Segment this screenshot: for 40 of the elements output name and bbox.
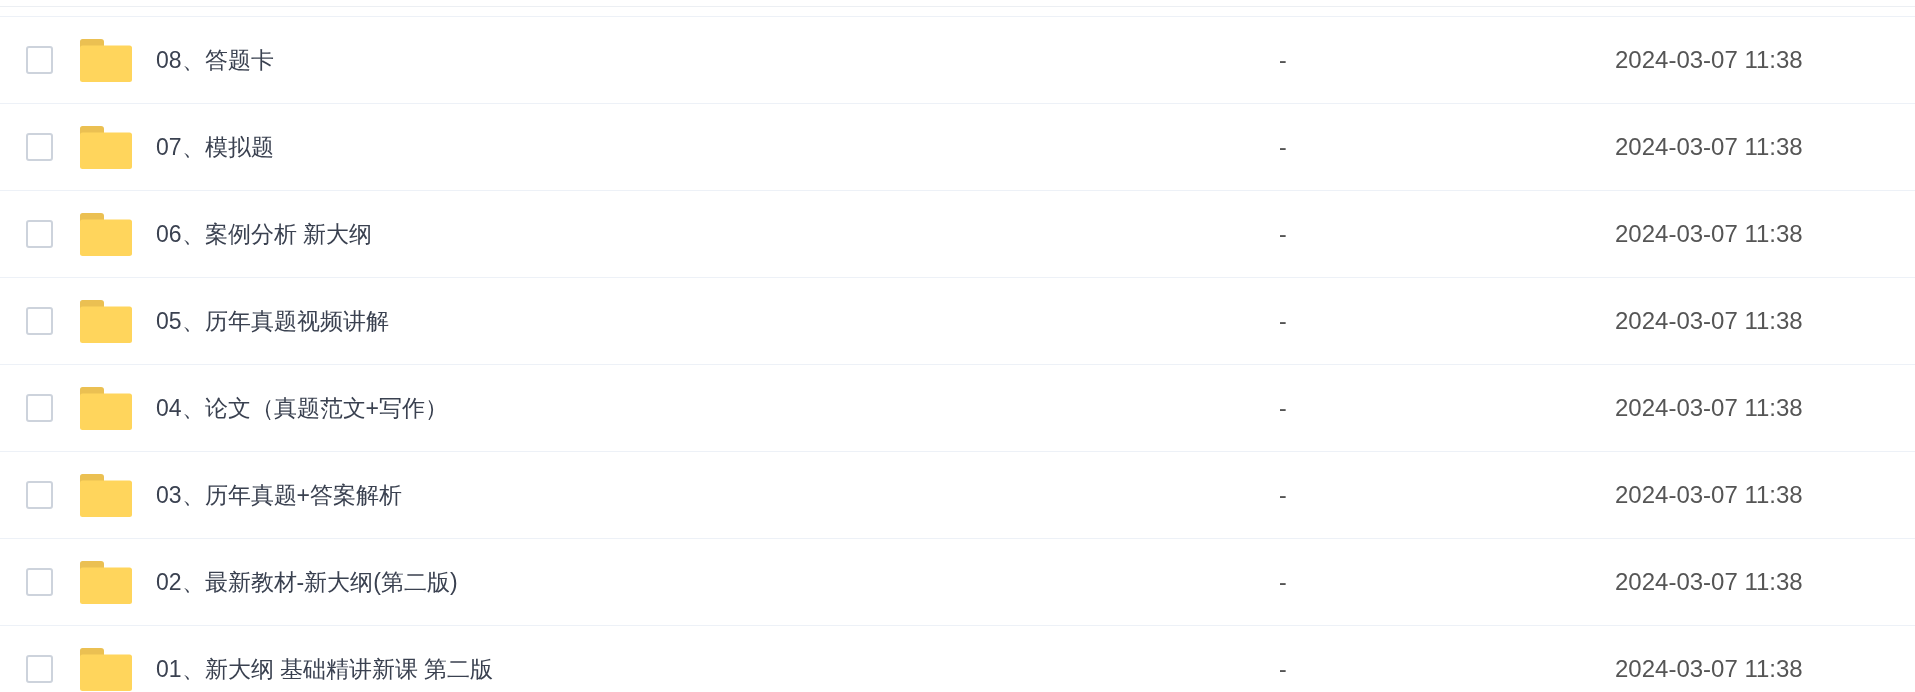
folder-icon [80, 38, 132, 82]
checkbox[interactable] [26, 307, 53, 335]
checkbox[interactable] [26, 394, 53, 422]
checkbox[interactable] [26, 220, 53, 248]
date-time: 2024-03-07 11:38 [1615, 306, 1803, 336]
folder-name[interactable]: 08、答题卡 [156, 45, 274, 75]
table-cell: - [1279, 656, 1287, 682]
folder-name[interactable]: 05、历年真题视频讲解 [156, 306, 389, 336]
checkbox[interactable] [26, 481, 53, 509]
table-cell: - [1279, 221, 1287, 247]
folder-name[interactable]: 01、新大纲 基础精讲新课 第二版 [156, 654, 494, 684]
table-cell: - [1279, 47, 1287, 73]
table-cell: - [1279, 395, 1287, 421]
checkbox[interactable] [26, 655, 53, 683]
date-time: 2024-03-07 11:38 [1615, 654, 1803, 684]
folder-name[interactable]: 07、模拟题 [156, 132, 274, 162]
date-time: 2024-03-07 11:38 [1615, 132, 1803, 162]
folder-icon [80, 212, 132, 256]
date-time: 2024-03-07 11:38 [1615, 480, 1803, 510]
date-time: 2024-03-07 11:38 [1615, 45, 1803, 75]
folder-icon [80, 386, 132, 430]
date-time: 2024-03-07 11:38 [1615, 393, 1803, 423]
folder-icon [80, 560, 132, 604]
folder-name[interactable]: 03、历年真题+答案解析 [156, 480, 402, 510]
date-time: 2024-03-07 11:38 [1615, 219, 1803, 249]
table-cell: - [1279, 569, 1287, 595]
folder-icon [80, 299, 132, 343]
folder-icon [80, 125, 132, 169]
checkbox[interactable] [26, 568, 53, 596]
table-cell: - [1279, 482, 1287, 508]
folder-icon [80, 473, 132, 517]
table-cell: - [1279, 308, 1287, 334]
folder-name[interactable]: 04、论文（真题范文+写作） [156, 393, 448, 423]
folder-icon [80, 647, 132, 691]
folder-name[interactable]: 06、案例分析 新大纲 [156, 219, 372, 249]
table-cell: - [1279, 134, 1287, 160]
folder-name[interactable]: 02、最新教材-新大纲(第二版) [156, 567, 458, 597]
checkbox[interactable] [26, 133, 53, 161]
date-time: 2024-03-07 11:38 [1615, 567, 1803, 597]
checkbox[interactable] [26, 46, 53, 74]
